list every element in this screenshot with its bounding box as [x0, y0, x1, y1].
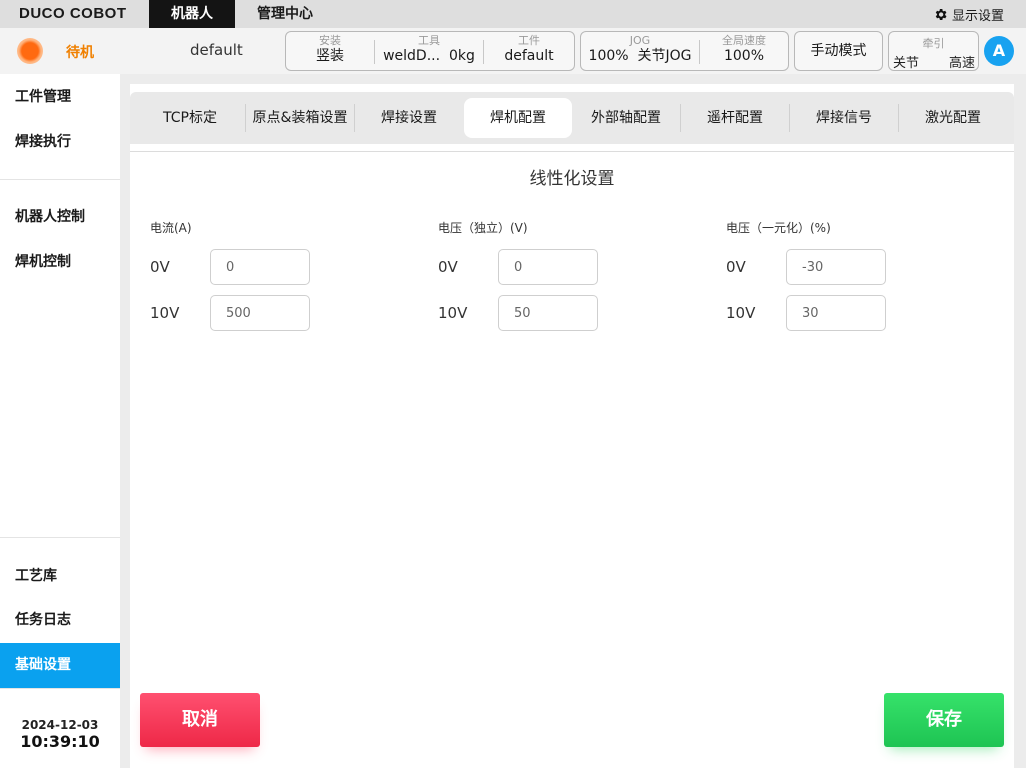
- workpiece-value: default: [504, 48, 554, 64]
- section-title: 线性化设置: [529, 169, 615, 189]
- current-time: 10:39:10: [20, 732, 100, 751]
- status-indicator-icon: [17, 38, 43, 64]
- global-speed-cell[interactable]: 全局速度 100%: [700, 32, 788, 70]
- current-10v-input[interactable]: [210, 295, 310, 331]
- sidebar-item-robot-control[interactable]: 机器人控制: [0, 195, 120, 240]
- voltage-independent-10v-label: 10V: [438, 304, 468, 322]
- sidebar-item-basic-settings[interactable]: 基础设置: [0, 643, 120, 688]
- tab-tcp-calibration[interactable]: TCP标定: [134, 98, 246, 138]
- voltage-independent-0v-label: 0V: [438, 258, 458, 276]
- jog-label: JOG: [629, 34, 651, 47]
- voltage-independent-0v-input[interactable]: [498, 249, 598, 285]
- workpiece-label: 工件: [518, 34, 540, 47]
- tab-weld-settings[interactable]: 焊接设置: [355, 98, 463, 138]
- display-settings-button[interactable]: 显示设置: [933, 5, 1004, 24]
- tool-cell[interactable]: 工具 weldD... 0kg: [375, 32, 483, 70]
- workpiece-cell[interactable]: 工件 default: [484, 32, 574, 70]
- voltage-unified-group-title: 电压（一元化）(%): [726, 221, 831, 235]
- voltage-independent-group-title: 电压（独立）(V): [438, 221, 528, 235]
- jog-mode: 关节JOG: [637, 48, 692, 64]
- current-0v-input[interactable]: [210, 249, 310, 285]
- tab-joystick-config[interactable]: 遥杆配置: [681, 98, 789, 138]
- sidebar-item-welder-control[interactable]: 焊机控制: [0, 240, 120, 285]
- speed-box[interactable]: JOG 100% 关节JOG 全局速度 100%: [580, 31, 789, 71]
- voltage-unified-0v-label: 0V: [726, 258, 746, 276]
- jog-percent: 100%: [588, 48, 629, 64]
- tool-label: 工具: [418, 34, 440, 47]
- voltage-unified-10v-input[interactable]: [786, 295, 886, 331]
- current-date: 2024-12-03: [21, 718, 99, 732]
- datetime: 2024-12-03 10:39:10: [0, 718, 120, 751]
- global-speed-label: 全局速度: [722, 34, 766, 47]
- sidebar-item-process-library[interactable]: 工艺库: [0, 554, 120, 599]
- traction-label: 牵引: [922, 37, 945, 50]
- install-cell[interactable]: 安装 竖装: [286, 32, 374, 70]
- global-speed-value: 100%: [723, 48, 765, 64]
- tool-weight: 0kg: [448, 48, 475, 64]
- voltage-independent-10v-input[interactable]: [498, 295, 598, 331]
- install-label: 安装: [319, 34, 341, 47]
- sidebar-item-task-log[interactable]: 任务日志: [0, 598, 120, 643]
- tab-origin-packing[interactable]: 原点&装箱设置: [246, 98, 354, 138]
- manual-mode-button[interactable]: 手动模式: [794, 31, 883, 71]
- tab-weld-signal[interactable]: 焊接信号: [790, 98, 898, 138]
- current-0v-label: 0V: [150, 258, 170, 276]
- tab-laser-config[interactable]: 激光配置: [899, 98, 1007, 138]
- traction-joint: 关节: [893, 56, 920, 71]
- voltage-unified-0v-input[interactable]: [786, 249, 886, 285]
- voltage-unified-10v-label: 10V: [726, 304, 756, 322]
- jog-cell[interactable]: JOG 100% 关节JOG: [581, 32, 699, 70]
- program-name[interactable]: default: [190, 41, 243, 59]
- sidebar: 工件管理 焊接执行 机器人控制 焊机控制 工艺库 任务日志 基础设置 2024-…: [0, 74, 120, 768]
- avatar[interactable]: A: [984, 36, 1014, 66]
- robot-state: 待机: [66, 45, 94, 61]
- current-10v-label: 10V: [150, 304, 180, 322]
- tool-name: weldD...: [383, 48, 441, 64]
- sidebar-item-workpiece-management[interactable]: 工件管理: [0, 75, 120, 120]
- tab-welder-config[interactable]: 焊机配置: [464, 98, 572, 138]
- display-settings-label: 显示设置: [951, 9, 1004, 24]
- tab-management-center[interactable]: 管理中心: [245, 0, 325, 28]
- top-bar: DUCO COBOT 机器人 管理中心 显示设置: [0, 0, 1026, 28]
- save-button[interactable]: 保存: [884, 693, 1004, 747]
- status-bar: 待机 default 安装 竖装 工具 weldD... 0kg 工件 defa…: [0, 28, 1026, 74]
- install-value: 竖装: [316, 48, 344, 64]
- config-box[interactable]: 安装 竖装 工具 weldD... 0kg 工件 default: [285, 31, 575, 71]
- traction-box[interactable]: 牵引 关节 高速: [888, 31, 979, 71]
- sidebar-item-weld-execution[interactable]: 焊接执行: [0, 120, 120, 165]
- current-group-title: 电流(A): [150, 221, 192, 235]
- tab-external-axis[interactable]: 外部轴配置: [572, 98, 680, 138]
- traction-speed: 高速: [948, 56, 975, 71]
- settings-tabbar: TCP标定 原点&装箱设置 焊接设置 焊机配置 外部轴配置 遥杆配置 焊接信号 …: [130, 92, 1014, 144]
- cancel-button[interactable]: 取消: [140, 693, 260, 747]
- tab-robot[interactable]: 机器人: [149, 0, 235, 28]
- brand-logo: DUCO COBOT: [19, 5, 127, 22]
- main-panel: TCP标定 原点&装箱设置 焊接设置 焊机配置 外部轴配置 遥杆配置 焊接信号 …: [130, 84, 1014, 768]
- gear-icon: [935, 9, 947, 20]
